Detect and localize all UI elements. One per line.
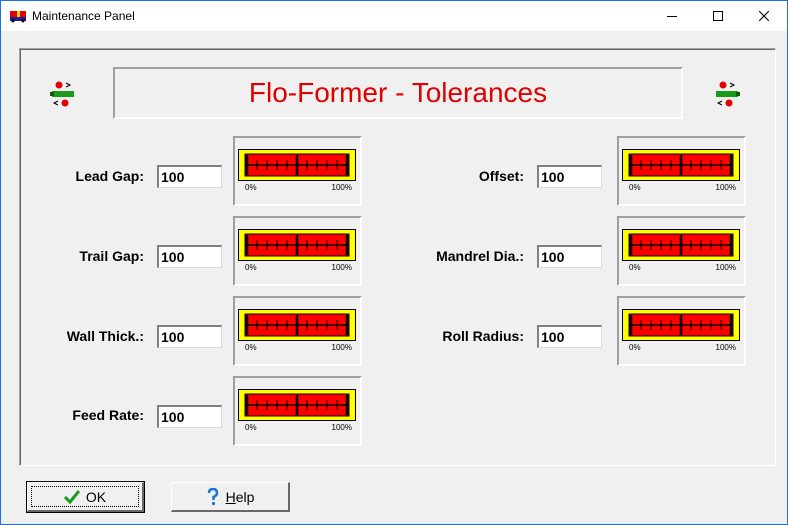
gauge-min-label: 0% (245, 423, 257, 432)
help-icon (207, 487, 218, 505)
offset-label: Offset: (478, 168, 524, 184)
gauge-min-label: 0% (245, 343, 257, 352)
feed-rate-gauge-bar (238, 389, 356, 421)
roll-radius-label: Roll Radius: (442, 328, 524, 344)
offset-gauge: 0% 100% (617, 136, 746, 206)
gauge-max-label: 100% (715, 343, 736, 352)
minimize-icon (667, 16, 677, 17)
gauge-max-label: 100% (331, 343, 352, 352)
trail-gap-input[interactable] (157, 245, 222, 268)
app-icon (10, 9, 26, 23)
window-title: Maintenance Panel (32, 9, 135, 23)
offset-input[interactable] (537, 165, 602, 188)
lead-gap-gauge: 0% 100% (233, 136, 362, 206)
help-mnemonic: H (225, 488, 236, 505)
gauge-min-label: 0% (629, 263, 641, 272)
mandrel-dia-gauge-bar (622, 229, 740, 261)
feed-rate-label: Feed Rate: (72, 407, 144, 423)
machine-right-icon (714, 81, 740, 107)
wall-thick-gauge: 0% 100% (233, 296, 362, 366)
trail-gap-gauge-bar (238, 229, 356, 261)
title-bar[interactable]: Maintenance Panel (1, 1, 787, 31)
gauge-max-label: 100% (331, 183, 352, 192)
feed-rate-input[interactable] (157, 405, 222, 428)
banner-title: Flo-Former - Tolerances (248, 77, 548, 108)
wall-thick-label: Wall Thick.: (66, 328, 144, 344)
ok-button-label: OK (85, 488, 107, 505)
lead-gap-input[interactable] (157, 165, 222, 188)
trail-gap-gauge: 0% 100% (233, 216, 362, 286)
help-rest: elp (235, 488, 255, 505)
gauge-min-label: 0% (629, 343, 641, 352)
mandrel-dia-label: Mandrel Dia.: (436, 248, 524, 264)
roll-radius-gauge: 0% 100% (617, 296, 746, 366)
machine-left-icon (50, 81, 76, 107)
banner: Flo-Former - Tolerances (113, 67, 683, 119)
gauge-max-label: 100% (331, 263, 352, 272)
minimize-button[interactable] (649, 1, 695, 31)
gauge-min-label: 0% (245, 183, 257, 192)
ok-button[interactable]: OK (26, 481, 145, 513)
gauge-max-label: 100% (715, 183, 736, 192)
gauge-max-label: 100% (331, 423, 352, 432)
maximize-button[interactable] (695, 1, 741, 31)
roll-radius-input[interactable] (537, 325, 602, 348)
close-button[interactable] (741, 1, 787, 31)
trail-gap-label: Trail Gap: (79, 248, 144, 264)
roll-radius-gauge-bar (622, 309, 740, 341)
gauge-min-label: 0% (245, 263, 257, 272)
checkmark-icon (63, 489, 80, 504)
mandrel-dia-input[interactable] (537, 245, 602, 268)
wall-thick-gauge-bar (238, 309, 356, 341)
help-button-label: Help (226, 489, 255, 505)
help-button[interactable]: Help (171, 482, 290, 512)
mandrel-dia-gauge: 0% 100% (617, 216, 746, 286)
gauge-max-label: 100% (715, 263, 736, 272)
wall-thick-input[interactable] (157, 325, 222, 348)
maximize-icon (713, 11, 723, 21)
lead-gap-gauge-bar (238, 149, 356, 181)
close-icon (759, 11, 769, 21)
feed-rate-gauge: 0% 100% (233, 376, 362, 446)
offset-gauge-bar (622, 149, 740, 181)
lead-gap-label: Lead Gap: (75, 168, 144, 184)
gauge-min-label: 0% (629, 183, 641, 192)
